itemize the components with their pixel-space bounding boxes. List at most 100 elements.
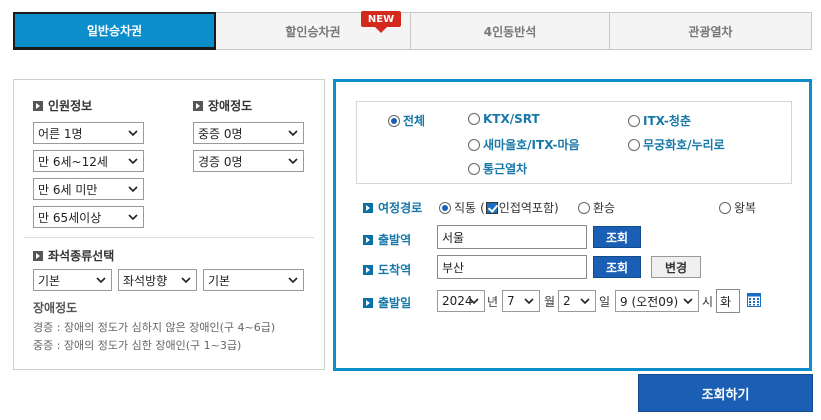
- chevron-down-icon: [288, 277, 298, 284]
- passenger-panel: 인원정보 장애정도 어른 1명 만 6세~12세 만 6세 미만 만 65세이상…: [13, 79, 325, 370]
- train-type-saemaeul[interactable]: 새마을호/ITX-마음: [468, 136, 580, 153]
- nearby-checkbox[interactable]: [485, 201, 498, 214]
- route-label-text: 여정경로: [378, 201, 423, 215]
- seat-class-select[interactable]: 기본: [33, 269, 112, 291]
- radio-icon: [468, 138, 480, 151]
- new-badge: NEW: [361, 11, 403, 33]
- chevron-down-icon: [580, 298, 590, 305]
- arrival-search-button[interactable]: 조회: [593, 256, 641, 278]
- radio-icon: [468, 113, 480, 125]
- seat-type-label: 좌석종류선택: [48, 249, 115, 263]
- senior-select-value: 만 65세이상: [38, 210, 102, 225]
- train-type-label: 전체: [403, 114, 426, 128]
- route-label: 여정경로: [363, 199, 422, 216]
- chevron-down-icon: [683, 298, 693, 305]
- year-select[interactable]: 2024: [437, 290, 485, 312]
- seat-direction-select[interactable]: 좌석방향: [118, 269, 197, 291]
- chevron-down-icon: [288, 158, 298, 165]
- route-roundtrip-label: 왕복: [734, 201, 757, 215]
- route-direct-label: 직통: [454, 201, 477, 215]
- severe-disability-value: 중증 0명: [198, 126, 243, 141]
- chevron-down-icon: [96, 277, 106, 284]
- seat-position-select[interactable]: 기본: [203, 269, 304, 291]
- tab-label: 할인승차권: [285, 24, 341, 39]
- chevron-down-icon: [128, 214, 138, 221]
- chevron-down-icon: [128, 158, 138, 165]
- day-select[interactable]: 2: [558, 290, 596, 312]
- tab-general-ticket[interactable]: 일반승차권: [13, 12, 216, 50]
- mild-disability-select[interactable]: 경증 0명: [193, 150, 304, 172]
- new-badge-pointer: [375, 27, 387, 33]
- passenger-info-title: 인원정보: [33, 97, 92, 114]
- train-type-label: KTX/SRT: [483, 112, 540, 126]
- chevron-down-icon: [469, 298, 479, 305]
- tab-four-seat[interactable]: 4인동반석: [411, 12, 610, 50]
- radio-icon: [439, 201, 451, 214]
- departure-station-input[interactable]: 서울: [437, 225, 587, 249]
- infant-select[interactable]: 만 6세 미만: [33, 178, 144, 200]
- infant-select-value: 만 6세 미만: [38, 182, 98, 197]
- disability-label: 장애정도: [208, 99, 253, 113]
- ticket-type-tabs: 일반승차권 할인승차권 4인동반석 관광열차: [13, 12, 812, 50]
- train-type-ktx[interactable]: KTX/SRT: [468, 112, 540, 126]
- date-label: 출발일: [363, 294, 411, 311]
- tab-tourist-train[interactable]: 관광열차: [610, 12, 812, 50]
- year-unit: 년: [487, 295, 499, 309]
- train-type-label: 무궁화호/누리로: [643, 138, 725, 152]
- chevron-down-icon: [128, 186, 138, 193]
- train-type-mugunghwa[interactable]: 무궁화호/누리로: [628, 136, 725, 153]
- swap-stations-button[interactable]: 변경: [651, 256, 701, 278]
- section-divider: [24, 237, 314, 238]
- nearby-label: 인접역포함: [498, 201, 554, 215]
- bullet-arrow-icon: [33, 100, 43, 111]
- hour-unit: 시: [702, 295, 714, 309]
- disability-note-title: 장애정도: [33, 301, 78, 315]
- train-type-all[interactable]: 전체: [388, 112, 425, 129]
- arrival-label: 도착역: [363, 261, 411, 278]
- radio-icon: [578, 201, 590, 214]
- departure-search-button[interactable]: 조회: [593, 226, 641, 248]
- calendar-icon[interactable]: [747, 293, 761, 307]
- day-value: 2: [563, 294, 571, 308]
- new-badge-label: NEW: [361, 11, 401, 27]
- bullet-arrow-icon: [363, 264, 373, 275]
- year-value: 2024: [442, 294, 473, 308]
- month-select[interactable]: 7: [502, 290, 540, 312]
- bullet-arrow-icon: [363, 234, 373, 245]
- day-unit: 일: [599, 295, 611, 309]
- hour-value: 9 (오전09): [620, 294, 679, 309]
- route-transfer-label: 환승: [593, 201, 616, 215]
- chevron-down-icon: [128, 130, 138, 137]
- train-type-itx-cheongchun[interactable]: ITX-청춘: [628, 112, 691, 129]
- child-select[interactable]: 만 6세~12세: [33, 150, 144, 172]
- tab-label: 일반승차권: [86, 24, 143, 38]
- weekday-display: 화: [716, 289, 740, 313]
- senior-select[interactable]: 만 65세이상: [33, 206, 144, 228]
- radio-icon: [628, 114, 640, 127]
- radio-icon: [719, 201, 731, 214]
- hour-select[interactable]: 9 (오전09): [615, 290, 699, 312]
- train-type-commuter[interactable]: 통근열차: [468, 160, 527, 177]
- seat-type-title: 좌석종류선택: [33, 247, 114, 264]
- severe-disability-select[interactable]: 중증 0명: [193, 122, 304, 144]
- journey-panel: 전체 KTX/SRT ITX-청춘 새마을호/ITX-마음 무궁화호/누리로 통…: [333, 79, 812, 371]
- disability-note-mild: 경증 : 장애의 정도가 심하지 않은 장애인(구 4~6급): [33, 321, 276, 334]
- month-unit: 월: [544, 295, 556, 309]
- month-value: 7: [507, 294, 515, 308]
- paren-close: ): [553, 200, 559, 215]
- bullet-arrow-icon: [33, 250, 43, 261]
- disability-title: 장애정도: [193, 97, 252, 114]
- date-label-text: 출발일: [378, 296, 412, 310]
- seat-position-value: 기본: [208, 273, 231, 288]
- adult-select[interactable]: 어른 1명: [33, 122, 144, 144]
- chevron-down-icon: [524, 298, 534, 305]
- route-direct-radio[interactable]: 직통 ( 인접역포함 ): [439, 199, 559, 216]
- seat-direction-value: 좌석방향: [123, 273, 168, 288]
- chevron-down-icon: [181, 277, 191, 284]
- train-type-box: 전체 KTX/SRT ITX-청춘 새마을호/ITX-마음 무궁화호/누리로 통…: [356, 101, 792, 184]
- route-transfer-radio[interactable]: 환승: [578, 199, 615, 216]
- search-submit-button[interactable]: 조회하기: [638, 374, 813, 412]
- route-roundtrip-radio[interactable]: 왕복: [719, 199, 756, 216]
- tab-label: 4인동반석: [483, 24, 537, 39]
- arrival-station-input[interactable]: 부산: [437, 255, 587, 279]
